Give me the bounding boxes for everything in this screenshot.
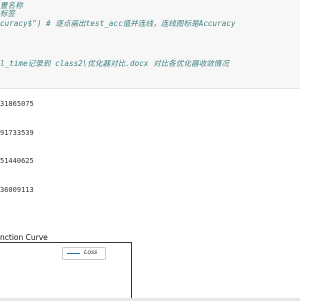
chart-legend: Loss — [62, 247, 106, 260]
legend-label: Loss — [84, 249, 98, 256]
legend-line-swatch — [67, 253, 80, 254]
cell-output-area: 31865075 91733539 51440625 36009113 ncti… — [0, 89, 300, 301]
code-cell[interactable]: 置名称 标签 curacy$") # 逐点画出test_acc值并连线，连线图标… — [0, 0, 300, 89]
output-text-line: 31865075 — [0, 100, 34, 108]
code-comment-line: l_time记录到 class2\优化器对比.docx 对比各优化器收敛情况 — [0, 59, 230, 68]
code-line-legend-call: curacy$") # 逐点画出test_acc值并连线，连线图标是Accura… — [0, 19, 236, 28]
output-text-line: 36009113 — [0, 186, 34, 194]
output-text-line: 91733539 — [0, 129, 34, 137]
output-text-line: 51440625 — [0, 157, 34, 165]
chart-title: nction Curve — [0, 233, 48, 242]
